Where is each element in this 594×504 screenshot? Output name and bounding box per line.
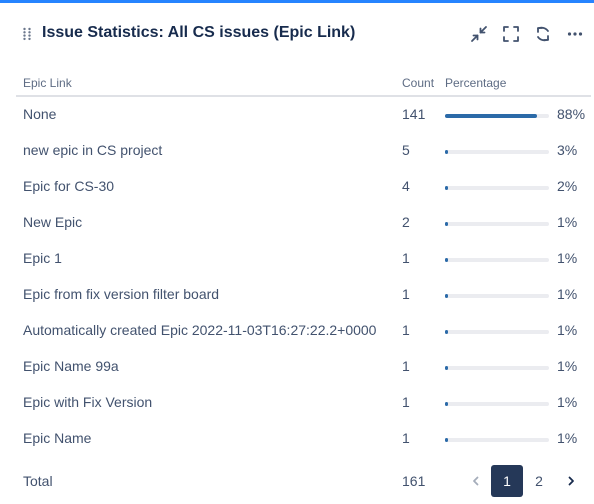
table-row: Epic from fix version filter board 1 1%	[16, 277, 591, 313]
pagination-next-button[interactable]	[559, 465, 583, 497]
percentage-bar-fill	[445, 366, 448, 370]
issue-count[interactable]: 1	[402, 430, 410, 446]
epic-link-name[interactable]: Epic Name	[23, 430, 91, 446]
issue-count[interactable]: 1	[402, 394, 410, 410]
percentage-bar	[445, 186, 549, 190]
percentage-bar	[445, 150, 549, 154]
epic-link-name[interactable]: Epic 1	[23, 250, 62, 266]
percentage-value: 2%	[557, 178, 578, 194]
table-row: Epic Name 1 1%	[16, 421, 591, 457]
table-row: None 141 88%	[16, 97, 591, 133]
epic-link-name[interactable]: Epic from fix version filter board	[23, 286, 219, 302]
epic-link-name[interactable]: New Epic	[23, 214, 82, 230]
table-row: New Epic 2 1%	[16, 205, 591, 241]
percentage-bar-fill	[445, 186, 448, 190]
table-row: Epic Name 99a 1 1%	[16, 349, 591, 385]
total-label: Total	[23, 473, 53, 489]
percentage-bar	[445, 294, 549, 298]
epic-link-name[interactable]: Epic for CS-30	[23, 178, 114, 194]
percentage-value: 1%	[557, 250, 578, 266]
epic-link-name[interactable]: Automatically created Epic 2022-11-03T16…	[23, 322, 376, 338]
percentage-bar-fill	[445, 150, 448, 154]
issue-count[interactable]: 1	[402, 358, 410, 374]
percentage-bar	[445, 330, 549, 334]
percentage-bar-fill	[445, 402, 448, 406]
percentage-bar	[445, 438, 549, 442]
column-header-percentage: Percentage	[445, 76, 507, 90]
epic-link-name[interactable]: new epic in CS project	[23, 142, 162, 158]
table-footer: Total 161 1 2	[16, 464, 591, 498]
pagination-prev-button[interactable]	[464, 465, 488, 497]
epic-link-name[interactable]: Epic Name 99a	[23, 358, 119, 374]
chevron-right-icon	[568, 476, 574, 486]
epic-link-name[interactable]: None	[23, 106, 56, 122]
percentage-value: 1%	[557, 394, 578, 410]
pagination-page-1[interactable]: 1	[491, 465, 523, 497]
table-row: Automatically created Epic 2022-11-03T16…	[16, 313, 591, 349]
percentage-bar	[445, 114, 549, 118]
percentage-value: 3%	[557, 142, 578, 158]
issue-count[interactable]: 2	[402, 214, 410, 230]
total-count: 161	[402, 473, 426, 489]
percentage-bar-fill	[445, 438, 448, 442]
issue-count[interactable]: 1	[402, 250, 410, 266]
percentage-bar-fill	[445, 258, 448, 262]
table-row: Epic with Fix Version 1 1%	[16, 385, 591, 421]
table-row: new epic in CS project 5 3%	[16, 133, 591, 169]
percentage-bar	[445, 258, 549, 262]
percentage-value: 1%	[557, 430, 578, 446]
percentage-bar-fill	[445, 330, 448, 334]
refresh-icon[interactable]	[530, 21, 556, 47]
more-icon[interactable]	[562, 21, 588, 47]
widget-title: Issue Statistics: All CS issues (Epic Li…	[42, 24, 356, 41]
percentage-value: 1%	[557, 358, 578, 374]
percentage-bar-fill	[445, 114, 537, 118]
percentage-bar	[445, 402, 549, 406]
percentage-bar-fill	[445, 222, 448, 226]
percentage-value: 88%	[557, 106, 586, 122]
fullscreen-icon[interactable]	[498, 21, 524, 47]
issue-count[interactable]: 5	[402, 142, 410, 158]
widget-header: Issue Statistics: All CS issues (Epic Li…	[0, 3, 594, 61]
percentage-value: 1%	[557, 322, 578, 338]
percentage-bar-fill	[445, 294, 448, 298]
table-header: Epic Link Count Percentage	[16, 72, 591, 97]
chevron-left-icon	[473, 476, 479, 486]
epic-link-name[interactable]: Epic with Fix Version	[23, 394, 152, 410]
minimize-icon[interactable]	[466, 21, 492, 47]
table-row: Epic for CS-30 4 2%	[16, 169, 591, 205]
percentage-value: 1%	[557, 214, 578, 230]
issue-count[interactable]: 1	[402, 322, 410, 338]
percentage-bar	[445, 222, 549, 226]
drag-handle-icon[interactable]	[22, 27, 32, 41]
issue-count[interactable]: 141	[402, 106, 425, 122]
column-header-count: Count	[402, 76, 435, 90]
issue-count[interactable]: 4	[402, 178, 410, 194]
issue-count[interactable]: 1	[402, 286, 410, 302]
percentage-bar	[445, 366, 549, 370]
percentage-value: 1%	[557, 286, 578, 302]
column-header-epic-link: Epic Link	[23, 76, 72, 90]
table-row: Epic 1 1 1%	[16, 241, 591, 277]
pagination-page-2[interactable]: 2	[527, 465, 551, 497]
